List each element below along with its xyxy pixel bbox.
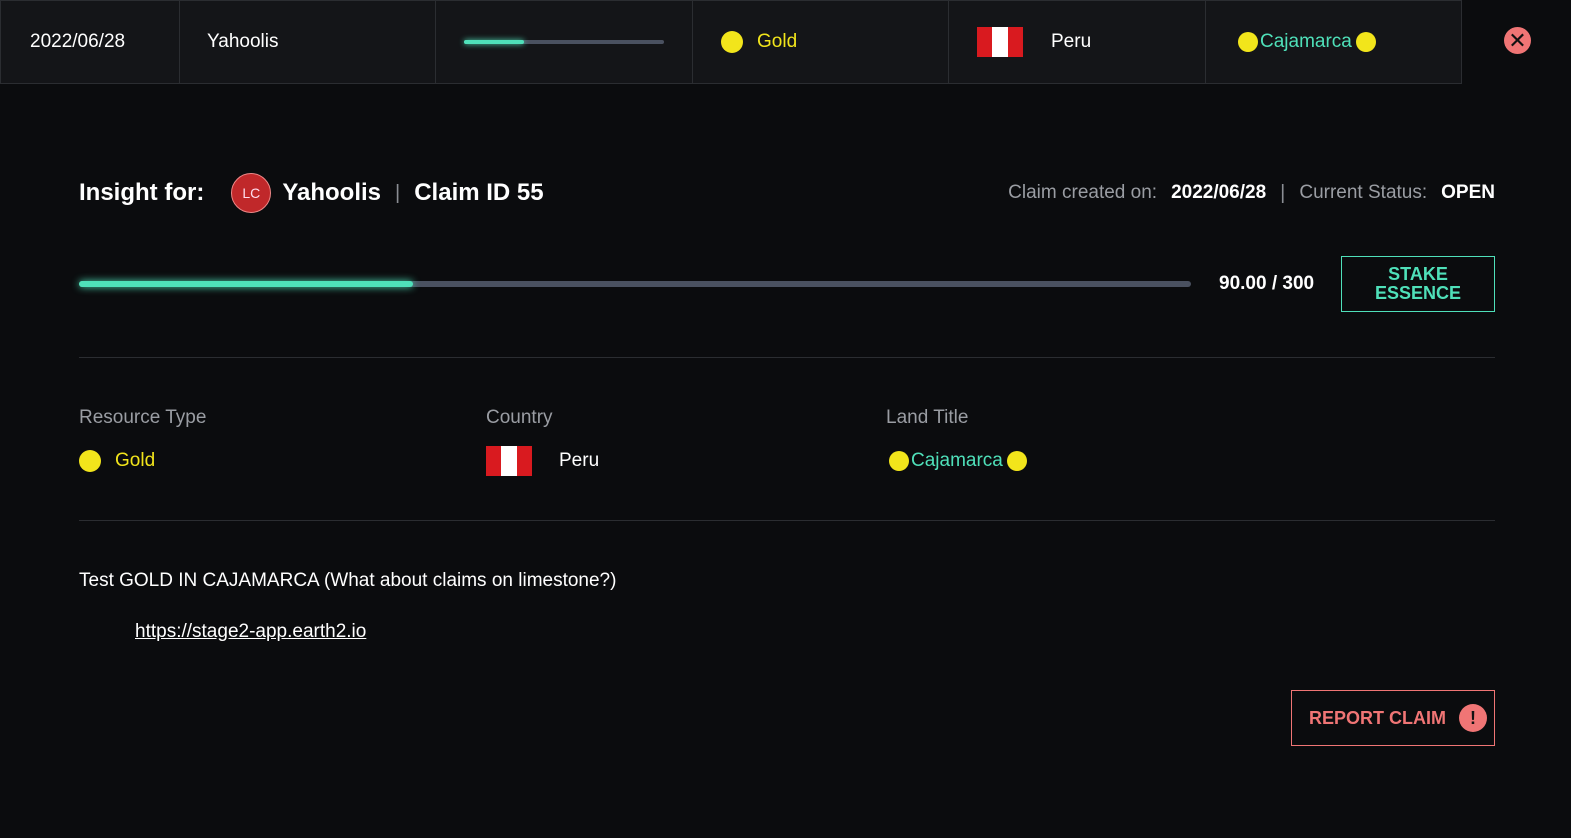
resource-type-text: Gold [115, 450, 156, 471]
row-progress-track [464, 40, 664, 44]
row-date: 2022/06/28 [1, 1, 180, 83]
stake-essence-button[interactable]: STAKE ESSENCE [1341, 256, 1495, 312]
insight-label: Insight for: [79, 179, 205, 206]
row-country-label: Peru [1051, 31, 1092, 52]
peru-flag-icon [977, 27, 1023, 57]
claim-owner: Yahoolis [282, 179, 382, 206]
country-label: Country [486, 407, 553, 428]
gold-dot-icon [1238, 32, 1258, 52]
report-claim-button[interactable]: REPORT CLAIM ! [1291, 690, 1495, 746]
gold-dot-icon [1006, 451, 1027, 471]
land-title-value: Cajamarca [889, 446, 1027, 476]
gold-dot-icon [721, 31, 743, 53]
row-land-title: Cajamarca [1206, 1, 1461, 83]
divider [79, 520, 1495, 521]
row-user: Yahoolis [180, 1, 436, 83]
stake-progress-text: 90.00 / 300 [1219, 273, 1315, 294]
alert-icon: ! [1459, 704, 1487, 732]
evidence-link[interactable]: https://stage2-app.earth2.io [135, 621, 366, 643]
row-country: Peru [949, 1, 1206, 83]
claim-description: Test GOLD IN CAJAMARCA (What about claim… [79, 570, 617, 591]
stake-progress-fill [79, 281, 413, 287]
stake-progress: 90.00 / 300 STAKE ESSENCE [79, 256, 1495, 312]
claim-meta: Claim created on: 2022/06/28 | Current S… [1008, 182, 1495, 205]
created-label: Claim created on: [1008, 182, 1158, 203]
row-progress [436, 1, 693, 83]
resource-type-value: Gold [79, 446, 155, 476]
gold-dot-icon [889, 451, 909, 471]
created-date: 2022/06/28 [1171, 182, 1267, 203]
claim-summary-row[interactable]: 2022/06/28 Yahoolis Gold Peru Cajamarca [0, 0, 1462, 84]
row-resource: Gold [693, 1, 949, 83]
stake-progress-track [79, 281, 1191, 287]
row-progress-fill [464, 40, 524, 44]
peru-flag-icon [486, 446, 532, 476]
row-resource-label: Gold [757, 31, 798, 52]
divider [79, 357, 1495, 358]
status-badge: OPEN [1441, 182, 1495, 203]
separator: | [395, 181, 401, 204]
gold-dot-icon [79, 450, 101, 472]
avatar: LC [231, 173, 272, 213]
resource-type-label: Resource Type [79, 407, 207, 428]
separator: | [1280, 181, 1286, 204]
country-text: Peru [559, 450, 600, 471]
stake-label-line2: ESSENCE [1374, 283, 1462, 303]
insight-header: Insight for: LC Yahoolis | Claim ID 55 C… [79, 173, 1495, 213]
stake-label-line1: STAKE [1388, 264, 1448, 284]
country-value: Peru [486, 446, 599, 476]
row-land-title-label: Cajamarca [1260, 31, 1352, 52]
status-label: Current Status: [1299, 182, 1428, 203]
land-title-label: Land Title [886, 407, 969, 428]
gold-dot-icon [1355, 32, 1376, 52]
claim-id: Claim ID 55 [414, 179, 544, 206]
land-title-text: Cajamarca [911, 450, 1003, 471]
close-icon[interactable]: ✕ [1504, 27, 1531, 54]
report-claim-label: REPORT CLAIM [1309, 707, 1446, 728]
